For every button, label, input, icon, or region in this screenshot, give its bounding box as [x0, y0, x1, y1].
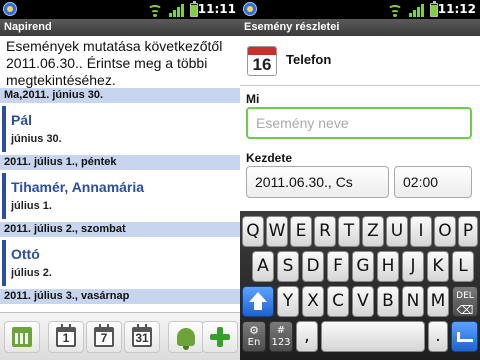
- period-key[interactable]: .: [428, 321, 448, 352]
- shift-arrow-icon: [249, 292, 267, 302]
- key-v[interactable]: V: [352, 286, 374, 317]
- key-d[interactable]: D: [302, 251, 324, 282]
- key-l[interactable]: L: [452, 251, 474, 282]
- enter-key[interactable]: [451, 321, 478, 352]
- key-s[interactable]: S: [277, 251, 299, 282]
- day-view-button[interactable]: 1: [48, 321, 84, 353]
- symbols-key[interactable]: # 123: [269, 321, 293, 352]
- delete-key[interactable]: DEL ⌫: [452, 286, 478, 317]
- day-header: 2011. július 1., péntek: [0, 155, 240, 170]
- shift-key[interactable]: [242, 286, 274, 317]
- week-calendar-icon: 7: [94, 324, 114, 347]
- start-label: Kezdete: [246, 151, 293, 165]
- list-item[interactable]: Tihamér, Annamária július 1.: [2, 173, 240, 219]
- signal-icon: [169, 3, 184, 17]
- status-time: 11:12: [437, 2, 476, 16]
- key-h[interactable]: H: [377, 251, 399, 282]
- bottom-toolbar: 1 7 31: [0, 312, 240, 360]
- page-title: Napirend: [0, 19, 240, 36]
- status-time: 11:11: [197, 2, 236, 16]
- key-t[interactable]: T: [338, 216, 360, 247]
- settings-key[interactable]: ⚙ En: [242, 321, 266, 352]
- agenda-view-button[interactable]: [4, 321, 40, 353]
- list-item[interactable]: Ottó július 2.: [2, 240, 240, 286]
- calendar-icon: 16: [247, 46, 277, 76]
- month-view-button[interactable]: 31: [124, 321, 160, 353]
- add-plus-icon: [210, 327, 230, 347]
- agenda-list: Ma,2011. június 30. Pál június 30. 2011.…: [0, 88, 240, 304]
- app-notification-icon: [243, 2, 257, 16]
- calendar-icon-day: 16: [252, 55, 272, 74]
- agenda-grid-icon: [12, 327, 32, 347]
- alarm-bell-icon: [177, 328, 195, 350]
- what-label: Mi: [246, 92, 260, 106]
- day-calendar-icon: 1: [56, 324, 76, 347]
- wifi-icon: [387, 3, 403, 17]
- month-calendar-icon: 31: [132, 324, 152, 347]
- key-k[interactable]: K: [427, 251, 449, 282]
- event-details-screen: 11:12 Esemény részletei 16 Telefon Mi Es…: [240, 0, 480, 360]
- backspace-icon: ⌫: [456, 303, 474, 317]
- calendar-name: Telefon: [286, 52, 332, 67]
- key-i[interactable]: I: [410, 216, 432, 247]
- key-b[interactable]: B: [377, 286, 399, 317]
- day-header: Ma,2011. június 30.: [0, 88, 240, 103]
- event-name-field[interactable]: Esemény neve: [246, 107, 472, 139]
- day-header: 2011. július 2., szombat: [0, 222, 240, 237]
- start-time-button[interactable]: 02:00: [394, 166, 472, 198]
- event-title: Ottó: [11, 246, 40, 262]
- signal-icon: [409, 3, 424, 17]
- agenda-screen: 11:11 Napirend Események mutatása követk…: [0, 0, 240, 360]
- enter-arrow-icon: [456, 332, 473, 342]
- key-f[interactable]: F: [327, 251, 349, 282]
- key-j[interactable]: J: [402, 251, 424, 282]
- event-date: július 1.: [11, 200, 52, 212]
- event-title: Tihamér, Annamária: [11, 179, 145, 195]
- week-view-button[interactable]: 7: [86, 321, 122, 353]
- calendar-selector[interactable]: 16 Telefon: [240, 38, 480, 86]
- event-name-placeholder: Esemény neve: [256, 115, 349, 131]
- start-date-button[interactable]: 2011.06.30., Cs: [246, 166, 389, 198]
- key-q[interactable]: Q: [242, 216, 264, 247]
- key-w[interactable]: W: [266, 216, 288, 247]
- language-label: En: [247, 337, 261, 348]
- app-notification-icon: [3, 2, 17, 16]
- key-m[interactable]: M: [427, 286, 449, 317]
- list-item[interactable]: Pál június 30.: [2, 106, 240, 152]
- keyboard-row-1: Q W E R T Z U I O P: [240, 216, 480, 249]
- battery-icon: [430, 1, 438, 17]
- space-bar[interactable]: [321, 321, 425, 352]
- key-u[interactable]: U: [386, 216, 408, 247]
- key-p[interactable]: P: [458, 216, 478, 247]
- info-text[interactable]: Események mutatása következőtől 2011.06.…: [6, 38, 236, 89]
- day-header: 2011. július 3., vasárnap: [0, 289, 240, 304]
- status-bar: 11:11: [0, 0, 240, 19]
- key-n[interactable]: N: [402, 286, 424, 317]
- soft-keyboard: Q W E R T Z U I O P A S D F G H J K L Y …: [240, 211, 480, 360]
- key-y[interactable]: Y: [277, 286, 299, 317]
- keyboard-row-3: Y X C V B N M DEL ⌫: [240, 286, 480, 319]
- wifi-icon: [147, 3, 163, 17]
- status-bar: 11:12: [240, 0, 480, 19]
- key-r[interactable]: R: [314, 216, 336, 247]
- event-date: június 30.: [11, 133, 62, 145]
- event-title: Pál: [11, 112, 33, 128]
- gear-icon: ⚙: [249, 324, 259, 337]
- key-e[interactable]: E: [290, 216, 312, 247]
- event-date: július 2.: [11, 267, 52, 279]
- key-o[interactable]: O: [434, 216, 456, 247]
- key-x[interactable]: X: [302, 286, 324, 317]
- keyboard-row-4: ⚙ En # 123 , .: [240, 321, 480, 354]
- key-z[interactable]: Z: [362, 216, 384, 247]
- comma-key[interactable]: ,: [296, 321, 318, 352]
- battery-icon: [190, 1, 198, 17]
- add-event-button[interactable]: [202, 321, 238, 353]
- key-g[interactable]: G: [352, 251, 374, 282]
- keyboard-row-2: A S D F G H J K L: [240, 251, 480, 284]
- key-c[interactable]: C: [327, 286, 349, 317]
- reminders-button[interactable]: [168, 321, 204, 353]
- delete-key-label: DEL: [456, 291, 474, 301]
- key-a[interactable]: A: [252, 251, 274, 282]
- page-title: Esemény részletei: [240, 19, 480, 36]
